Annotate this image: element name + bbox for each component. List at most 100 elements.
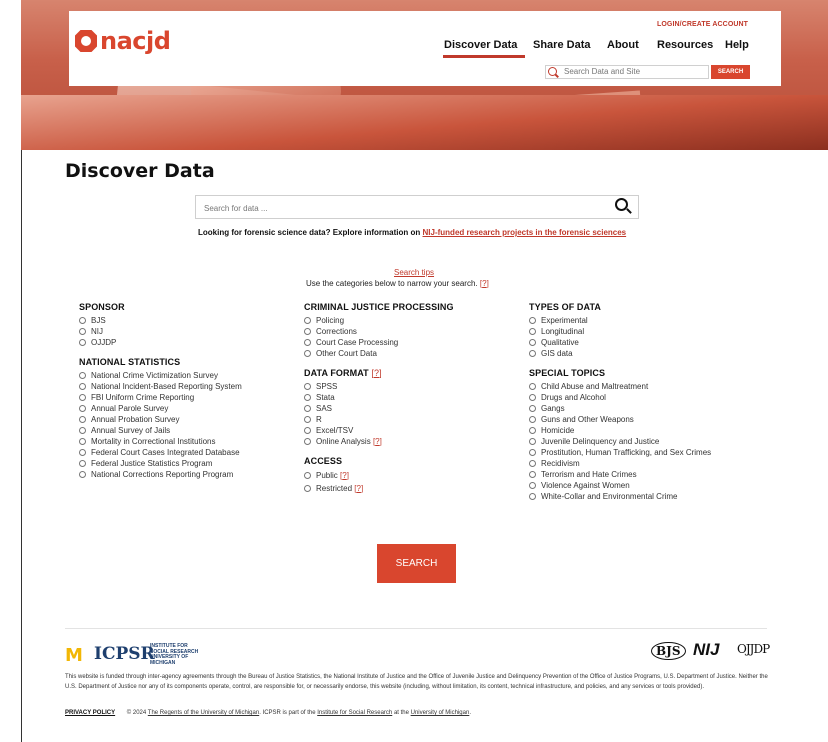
radio-button[interactable] [529, 328, 536, 335]
filter-option[interactable]: Qualitative [529, 337, 749, 348]
icpsr-logo[interactable]: ICPSR [94, 644, 155, 664]
search-submit-button[interactable]: SEARCH [377, 544, 456, 583]
radio-button[interactable] [79, 383, 86, 390]
radio-button[interactable] [529, 339, 536, 346]
nav-discover-data[interactable]: Discover Data [444, 39, 517, 51]
filter-option[interactable]: Guns and Other Weapons [529, 414, 749, 425]
filter-option[interactable]: Drugs and Alcohol [529, 392, 749, 403]
regents-link[interactable]: The Regents of the University of Michiga… [148, 710, 259, 716]
search-icon[interactable] [615, 198, 628, 211]
filter-option[interactable]: Online Analysis [?] [304, 436, 454, 447]
radio-button[interactable] [529, 438, 536, 445]
filter-option[interactable]: Court Case Processing [304, 337, 454, 348]
nav-resources[interactable]: Resources [657, 39, 713, 51]
university-of-michigan-logo[interactable]: M [65, 645, 83, 666]
site-search-button[interactable]: SEARCH [711, 65, 750, 79]
radio-button[interactable] [79, 427, 86, 434]
filter-option-nij[interactable]: NIJ [79, 326, 242, 337]
filter-option-ojjdp[interactable]: OJJDP [79, 337, 242, 348]
radio-button[interactable] [79, 394, 86, 401]
radio-button[interactable] [529, 482, 536, 489]
filter-option[interactable]: Corrections [304, 326, 454, 337]
radio-button[interactable] [304, 472, 311, 479]
radio-button[interactable] [79, 449, 86, 456]
radio-button[interactable] [304, 405, 311, 412]
radio-button[interactable] [529, 317, 536, 324]
radio-button[interactable] [304, 485, 311, 492]
radio-button[interactable] [79, 405, 86, 412]
filter-option[interactable]: Experimental [529, 315, 749, 326]
filter-option[interactable]: National Corrections Reporting Program [79, 469, 242, 480]
login-link[interactable]: LOGIN/CREATE ACCOUNT [657, 21, 748, 28]
filter-option[interactable]: Longitudinal [529, 326, 749, 337]
filter-option[interactable]: National Crime Victimization Survey [79, 370, 242, 381]
filter-option[interactable]: FBI Uniform Crime Reporting [79, 392, 242, 403]
filter-option[interactable]: Annual Probation Survey [79, 414, 242, 425]
site-search-input[interactable]: Search Data and Site [545, 65, 709, 79]
filter-option[interactable]: National Incident-Based Reporting System [79, 381, 242, 392]
filter-option[interactable]: SPSS [304, 381, 454, 392]
radio-button[interactable] [529, 416, 536, 423]
nav-help[interactable]: Help [725, 39, 749, 51]
filter-option-bjs[interactable]: BJS [79, 315, 242, 326]
filter-option[interactable]: Gangs [529, 403, 749, 414]
filter-option[interactable]: Annual Survey of Jails [79, 425, 242, 436]
umich-link[interactable]: University of Michigan [411, 710, 470, 716]
radio-button[interactable] [304, 339, 311, 346]
radio-button[interactable] [529, 405, 536, 412]
filter-option[interactable]: Other Court Data [304, 348, 454, 359]
filter-option[interactable]: Public [?] [304, 469, 454, 482]
filter-option[interactable]: Prostitution, Human Trafficking, and Sex… [529, 447, 747, 458]
filter-option[interactable]: Excel/TSV [304, 425, 454, 436]
radio-button[interactable] [79, 416, 86, 423]
radio-button[interactable] [529, 449, 536, 456]
radio-button[interactable] [304, 328, 311, 335]
filter-option[interactable]: Juvenile Delinquency and Justice [529, 436, 749, 447]
radio-button[interactable] [304, 317, 311, 324]
filter-option[interactable]: Mortality in Correctional Institutions [79, 436, 242, 447]
radio-button[interactable] [529, 427, 536, 434]
help-marker[interactable]: [?] [480, 279, 489, 288]
radio-button[interactable] [529, 383, 536, 390]
radio-button[interactable] [304, 350, 311, 357]
filter-option[interactable]: Recidivism [529, 458, 749, 469]
help-marker[interactable]: [?] [373, 436, 382, 447]
data-search-input[interactable]: Search for data ... [195, 195, 639, 219]
radio-button[interactable] [79, 339, 86, 346]
radio-button[interactable] [79, 317, 86, 324]
filter-option[interactable]: Terrorism and Hate Crimes [529, 469, 749, 480]
filter-option[interactable]: Annual Parole Survey [79, 403, 242, 414]
radio-button[interactable] [304, 427, 311, 434]
help-marker[interactable]: [?] [340, 470, 349, 481]
filter-option[interactable]: Federal Court Cases Integrated Database [79, 447, 242, 458]
filter-option[interactable]: SAS [304, 403, 454, 414]
radio-button[interactable] [79, 471, 86, 478]
filter-option[interactable]: GIS data [529, 348, 749, 359]
help-marker[interactable]: [?] [354, 483, 363, 494]
filter-option[interactable]: Violence Against Women [529, 480, 749, 491]
radio-button[interactable] [304, 394, 311, 401]
nij-logo[interactable]: NIJ [693, 640, 719, 660]
filter-option[interactable]: White-Collar and Environmental Crime [529, 491, 749, 502]
filter-option[interactable]: Child Abuse and Maltreatment [529, 381, 749, 392]
nav-share-data[interactable]: Share Data [533, 39, 590, 51]
privacy-policy-link[interactable]: PRIVACY POLICY [65, 710, 115, 716]
filter-option[interactable]: Homicide [529, 425, 749, 436]
nacjd-logo[interactable]: nacjd [75, 27, 171, 55]
radio-button[interactable] [79, 460, 86, 467]
radio-button[interactable] [529, 493, 536, 500]
radio-button[interactable] [79, 438, 86, 445]
nav-about[interactable]: About [607, 39, 639, 51]
search-tips-link[interactable]: Search tips [394, 268, 434, 277]
radio-button[interactable] [529, 394, 536, 401]
radio-button[interactable] [529, 460, 536, 467]
radio-button[interactable] [79, 372, 86, 379]
filter-option[interactable]: R [304, 414, 454, 425]
isr-link[interactable]: Institute for Social Research [317, 710, 392, 716]
forensic-link[interactable]: NIJ-funded research projects in the fore… [423, 228, 627, 237]
radio-button[interactable] [529, 471, 536, 478]
bjs-logo[interactable]: BJS [651, 642, 686, 660]
filter-option[interactable]: Federal Justice Statistics Program [79, 458, 242, 469]
radio-button[interactable] [304, 416, 311, 423]
filter-option[interactable]: Restricted [?] [304, 482, 454, 495]
